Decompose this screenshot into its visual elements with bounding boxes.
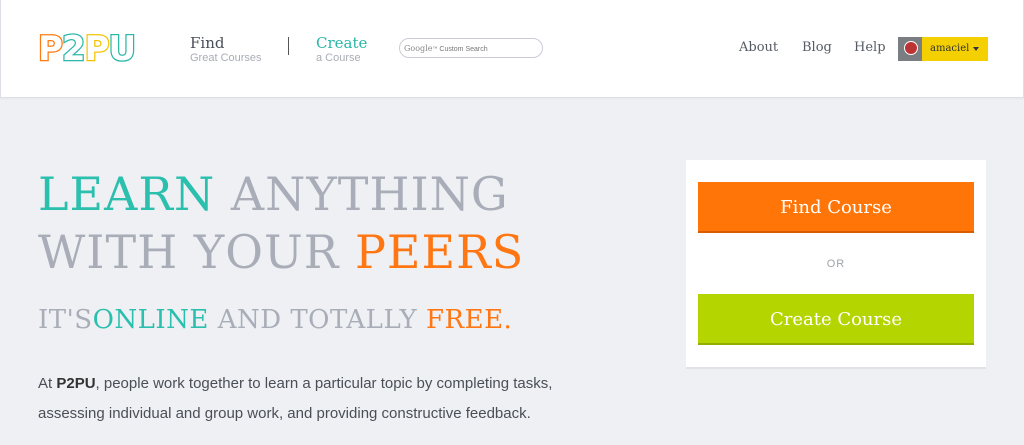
username: amaciel bbox=[930, 43, 970, 54]
blog-link[interactable]: Blog bbox=[802, 40, 832, 55]
create-label: Create bbox=[316, 34, 368, 52]
hero-line-2: WITH YOUR PEERS bbox=[38, 226, 524, 278]
logo-letter-p2: P bbox=[83, 29, 110, 69]
p2pu-logo[interactable]: P 2 P U bbox=[37, 29, 138, 69]
find-course-button[interactable]: Find Course bbox=[698, 182, 974, 233]
user-menu[interactable]: amaciel bbox=[898, 37, 988, 61]
about-link[interactable]: About bbox=[739, 40, 778, 55]
find-courses-link[interactable]: Find Great Courses bbox=[190, 34, 262, 65]
action-card: Find Course OR Create Course bbox=[686, 160, 986, 369]
site-header: P 2 P U Find Great Courses Create a Cour… bbox=[0, 0, 1024, 98]
avatar bbox=[898, 37, 922, 61]
create-course-button[interactable]: Create Course bbox=[698, 294, 974, 345]
help-link[interactable]: Help bbox=[854, 40, 886, 55]
logo-letter-2: 2 bbox=[61, 29, 87, 69]
user-name-button[interactable]: amaciel bbox=[922, 37, 988, 61]
hero-tagline: IT'SONLINE AND TOTALLY FREE. bbox=[38, 304, 512, 336]
google-brand: Google bbox=[404, 44, 433, 53]
desc-text: , people work together to learn a partic… bbox=[38, 375, 553, 422]
create-sublabel: a Course bbox=[316, 52, 361, 64]
tagline-and-totally: AND TOTALLY bbox=[217, 305, 418, 335]
hero-description: At P2PU, people work together to learn a… bbox=[38, 369, 568, 429]
hero-anything: ANYTHING bbox=[230, 167, 509, 221]
desc-prefix: At bbox=[38, 375, 57, 392]
hero-with-your: WITH YOUR bbox=[38, 225, 340, 279]
search-input[interactable]: Google™ Custom Search bbox=[399, 38, 543, 58]
chevron-down-icon bbox=[973, 47, 980, 51]
find-label: Find bbox=[190, 34, 225, 52]
tagline-free: FREE. bbox=[425, 305, 513, 335]
search-placeholder: Custom Search bbox=[439, 46, 488, 53]
hero-peers: PEERS bbox=[354, 225, 525, 279]
desc-brand: P2PU bbox=[56, 375, 96, 392]
hero-line-1: LEARN ANYTHING bbox=[38, 168, 509, 220]
hero-learn: LEARN bbox=[38, 167, 216, 221]
or-separator: OR bbox=[826, 258, 846, 270]
tagline-its: IT'S bbox=[38, 305, 93, 335]
tagline-online: ONLINE bbox=[92, 305, 209, 335]
logo-letter-p: P bbox=[37, 29, 64, 69]
nav-divider bbox=[288, 37, 289, 55]
create-course-link[interactable]: Create a Course bbox=[316, 34, 367, 65]
find-sublabel: Great Courses bbox=[190, 52, 262, 64]
logo-letter-u: U bbox=[107, 29, 137, 69]
